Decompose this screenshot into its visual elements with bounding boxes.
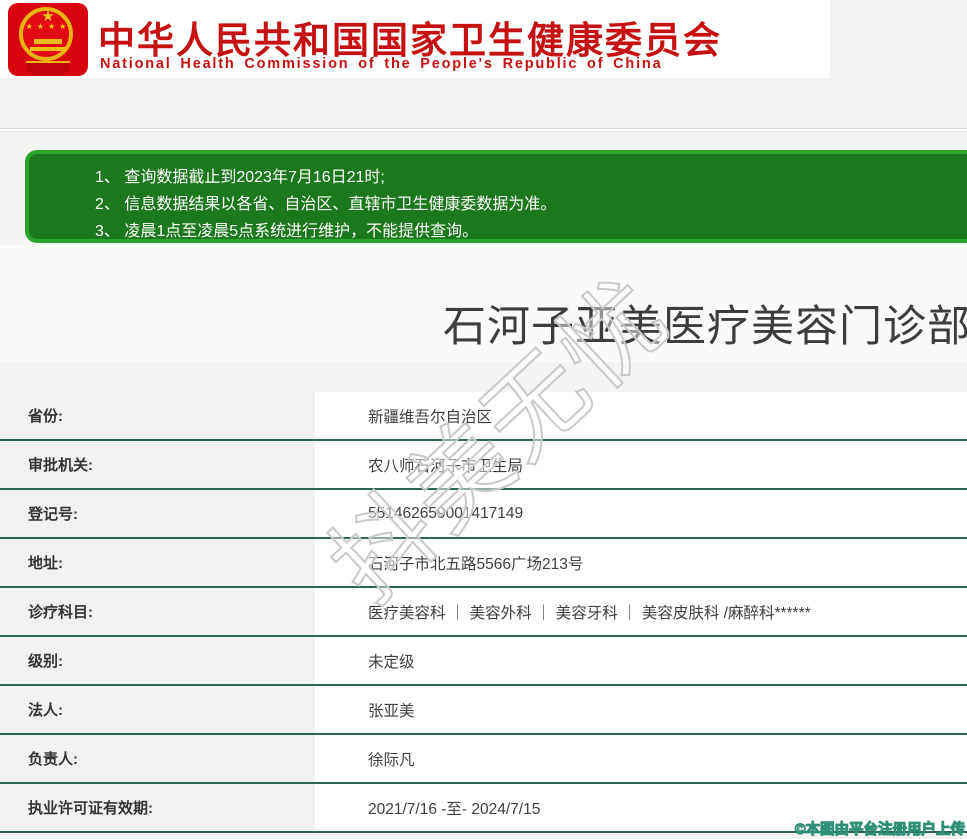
result-title-section: 石河子亚美医疗美容门诊部: [0, 245, 967, 362]
horizontal-divider: [0, 128, 967, 132]
field-label-cell: 审批机关:: [0, 441, 315, 488]
field-value: 徐际凡: [368, 751, 415, 769]
field-label: 省份:: [28, 408, 63, 425]
field-label-cell: 负责人:: [0, 735, 315, 782]
table-row: 登记号: 551462659001417149: [0, 490, 967, 539]
field-label-cell: 法人:: [0, 686, 315, 733]
field-label-cell: 登记号:: [0, 490, 315, 537]
field-value: 551462659001417149: [368, 504, 524, 522]
field-value-cell: 新疆维吾尔自治区: [315, 392, 967, 439]
field-value: 2021/7/16 -至- 2024/7/15: [368, 800, 541, 818]
notice-list: 1、 查询数据截止到2023年7月16日21时; 2、 信息数据结果以各省、自治…: [29, 154, 967, 245]
field-label: 登记号:: [28, 506, 78, 523]
field-label: 执业许可证有效期:: [28, 800, 153, 817]
field-label-cell: 执业许可证有效期:: [0, 784, 315, 831]
table-row: 审批机关: 农八师石河子市卫生局: [0, 441, 967, 490]
emblem-small-stars-icon: ★★★★: [25, 22, 71, 31]
field-label: 地址:: [28, 555, 63, 572]
notice-item: 2、 信息数据结果以各省、自治区、直辖市卫生健康委数据为准。: [95, 196, 557, 213]
field-value: 医疗美容科 ｜ 美容外科 ｜ 美容牙科 ｜ 美容皮肤科 /麻醉科******: [368, 604, 811, 622]
table-row: 省份: 新疆维吾尔自治区: [0, 392, 967, 441]
field-label: 法人:: [28, 702, 63, 719]
field-value-cell: 农八师石河子市卫生局: [315, 441, 967, 488]
table-row: 地址: 石河子市北五路5566广场213号: [0, 539, 967, 588]
field-value-cell: 徐际凡: [315, 735, 967, 782]
field-value: 石河子市北五路5566广场213号: [368, 555, 584, 573]
field-label-cell: 省份:: [0, 392, 315, 439]
field-value: 新疆维吾尔自治区: [368, 408, 493, 426]
field-value-cell: 551462659001417149: [315, 490, 967, 537]
notice-item: 1、 查询数据截止到2023年7月16日21时;: [95, 169, 385, 186]
field-label: 负责人:: [28, 751, 78, 768]
emblem-gate-base-shape: [30, 47, 66, 51]
field-value-cell: 张亚美: [315, 686, 967, 733]
upload-copyright-watermark: ©本图由平台注册用户上传: [794, 822, 965, 839]
table-row: 负责人: 徐际凡: [0, 735, 967, 784]
emblem-gate-shape: [34, 39, 62, 44]
field-label-cell: 地址:: [0, 539, 315, 586]
field-label-cell: 级别:: [0, 637, 315, 684]
field-label-cell: 诊疗科目:: [0, 588, 315, 635]
field-label: 诊疗科目:: [28, 604, 93, 621]
table-row: 级别: 未定级: [0, 637, 967, 686]
field-value: 未定级: [368, 653, 415, 671]
field-value: 张亚美: [368, 702, 415, 720]
emblem-ribbon-shape: [26, 61, 70, 75]
notice-box: 1、 查询数据截止到2023年7月16日21时; 2、 信息数据结果以各省、自治…: [25, 150, 967, 243]
table-row: 诊疗科目: 医疗美容科 ｜ 美容外科 ｜ 美容牙科 ｜ 美容皮肤科 /麻醉科**…: [0, 588, 967, 637]
national-emblem-icon: ★ ★★★★: [8, 3, 88, 76]
table-row: 法人: 张亚美: [0, 686, 967, 735]
site-title-english: National Health Commission of the People…: [100, 56, 663, 72]
field-value: 农八师石河子市卫生局: [368, 457, 524, 475]
field-label: 审批机关:: [28, 457, 93, 474]
notice-item: 3、 凌晨1点至凌晨5点系统进行维护，不能提供查询。: [95, 223, 479, 240]
field-value-cell: 医疗美容科 ｜ 美容外科 ｜ 美容牙科 ｜ 美容皮肤科 /麻醉科******: [315, 588, 967, 635]
field-value-cell: 石河子市北五路5566广场213号: [315, 539, 967, 586]
field-value-cell: 未定级: [315, 637, 967, 684]
field-label: 级别:: [28, 653, 63, 670]
license-info-table: 省份: 新疆维吾尔自治区 审批机关: 农八师石河子市卫生局 登记号: 55146…: [0, 392, 967, 833]
institution-name-title: 石河子亚美医疗美容门诊部: [443, 303, 967, 351]
site-header: ★ ★★★★ 中华人民共和国国家卫生健康委员会 National Health …: [0, 0, 830, 78]
